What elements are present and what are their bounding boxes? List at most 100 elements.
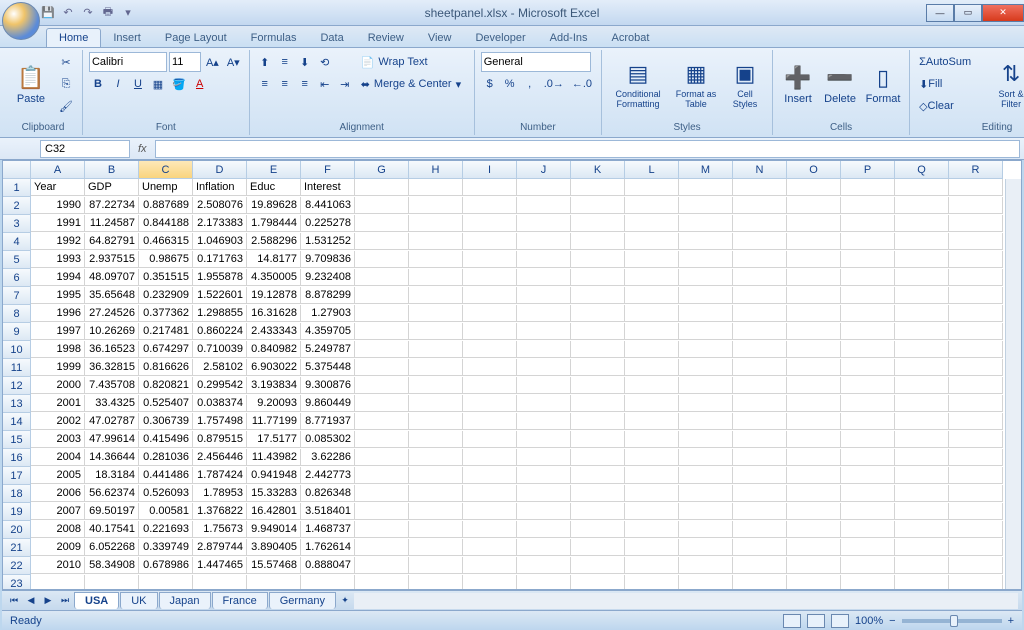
cell-I5[interactable] [463, 251, 517, 268]
cell-D7[interactable]: 1.522601 [193, 287, 247, 304]
cell-I13[interactable] [463, 395, 517, 412]
cell-J11[interactable] [517, 359, 571, 376]
sheet-tab-usa[interactable]: USA [74, 592, 119, 609]
cell-G14[interactable] [355, 413, 409, 430]
cell-L1[interactable] [625, 179, 679, 196]
zoom-slider[interactable] [902, 619, 1002, 623]
cell-R5[interactable] [949, 251, 1003, 268]
tab-nav-prev[interactable]: ◀ [23, 593, 39, 609]
cell-D22[interactable]: 1.447465 [193, 557, 247, 574]
cell-L3[interactable] [625, 215, 679, 232]
cell-N19[interactable] [733, 503, 787, 520]
cell-M10[interactable] [679, 341, 733, 358]
cell-I1[interactable] [463, 179, 517, 196]
cell-K22[interactable] [571, 557, 625, 574]
column-header-L[interactable]: L [625, 161, 679, 179]
cell-C6[interactable]: 0.351515 [139, 269, 193, 286]
shrink-font-button[interactable]: A▾ [224, 52, 243, 72]
cell-K21[interactable] [571, 539, 625, 556]
cell-P16[interactable] [841, 449, 895, 466]
cell-G20[interactable] [355, 521, 409, 538]
fill-color-button[interactable]: 🪣 [169, 74, 189, 94]
autosum-button[interactable]: Σ AutoSum [916, 52, 986, 72]
cell-B3[interactable]: 11.24587 [85, 215, 139, 232]
cell-O22[interactable] [787, 557, 841, 574]
cell-J12[interactable] [517, 377, 571, 394]
cell-E9[interactable]: 2.433343 [247, 323, 301, 340]
cell-Q10[interactable] [895, 341, 949, 358]
cell-O14[interactable] [787, 413, 841, 430]
cell-H20[interactable] [409, 521, 463, 538]
cell-P15[interactable] [841, 431, 895, 448]
cell-A20[interactable]: 2008 [31, 521, 85, 538]
cell-R7[interactable] [949, 287, 1003, 304]
cell-M18[interactable] [679, 485, 733, 502]
cell-J3[interactable] [517, 215, 571, 232]
cell-A13[interactable]: 2001 [31, 395, 85, 412]
align-bottom-button[interactable]: ⬇ [296, 52, 314, 72]
cell-M5[interactable] [679, 251, 733, 268]
cell-M6[interactable] [679, 269, 733, 286]
cell-I9[interactable] [463, 323, 517, 340]
cell-O1[interactable] [787, 179, 841, 196]
cell-D6[interactable]: 1.955878 [193, 269, 247, 286]
row-header-2[interactable]: 2 [3, 197, 31, 215]
cell-B7[interactable]: 35.65648 [85, 287, 139, 304]
cell-O21[interactable] [787, 539, 841, 556]
cell-E22[interactable]: 15.57468 [247, 557, 301, 574]
cell-E12[interactable]: 3.193834 [247, 377, 301, 394]
align-right-button[interactable]: ≡ [296, 74, 314, 94]
cell-D1[interactable]: Inflation [193, 179, 247, 196]
row-header-21[interactable]: 21 [3, 539, 31, 557]
sheet-tab-germany[interactable]: Germany [269, 592, 336, 609]
cell-F7[interactable]: 8.878299 [301, 287, 355, 304]
maximize-button[interactable]: ▭ [954, 4, 982, 22]
cell-L6[interactable] [625, 269, 679, 286]
font-name-select[interactable] [89, 52, 167, 72]
cell-M1[interactable] [679, 179, 733, 196]
tab-page-layout[interactable]: Page Layout [153, 29, 239, 47]
cell-G8[interactable] [355, 305, 409, 322]
cell-B11[interactable]: 36.32815 [85, 359, 139, 376]
cell-N13[interactable] [733, 395, 787, 412]
column-header-G[interactable]: G [355, 161, 409, 179]
cell-Q5[interactable] [895, 251, 949, 268]
cell-M3[interactable] [679, 215, 733, 232]
sheet-tab-uk[interactable]: UK [120, 592, 157, 609]
cell-M11[interactable] [679, 359, 733, 376]
conditional-formatting-button[interactable]: ▤Conditional Formatting [608, 52, 668, 118]
cell-K6[interactable] [571, 269, 625, 286]
cell-Q19[interactable] [895, 503, 949, 520]
cell-L11[interactable] [625, 359, 679, 376]
cell-E2[interactable]: 19.89628 [247, 197, 301, 214]
cell-I21[interactable] [463, 539, 517, 556]
cell-F4[interactable]: 1.531252 [301, 233, 355, 250]
cell-J9[interactable] [517, 323, 571, 340]
cell-B18[interactable]: 56.62374 [85, 485, 139, 502]
cell-F18[interactable]: 0.826348 [301, 485, 355, 502]
cell-H13[interactable] [409, 395, 463, 412]
cell-B21[interactable]: 6.052268 [85, 539, 139, 556]
cell-E20[interactable]: 9.949014 [247, 521, 301, 538]
column-header-Q[interactable]: Q [895, 161, 949, 179]
cell-P9[interactable] [841, 323, 895, 340]
cell-O3[interactable] [787, 215, 841, 232]
cell-O11[interactable] [787, 359, 841, 376]
cell-N15[interactable] [733, 431, 787, 448]
cell-F1[interactable]: Interest [301, 179, 355, 196]
column-header-N[interactable]: N [733, 161, 787, 179]
cell-B2[interactable]: 87.22734 [85, 197, 139, 214]
cell-D19[interactable]: 1.376822 [193, 503, 247, 520]
cell-O17[interactable] [787, 467, 841, 484]
cell-K3[interactable] [571, 215, 625, 232]
border-button[interactable]: ▦ [149, 74, 167, 94]
cell-R9[interactable] [949, 323, 1003, 340]
cell-I11[interactable] [463, 359, 517, 376]
cell-L16[interactable] [625, 449, 679, 466]
cell-H6[interactable] [409, 269, 463, 286]
cell-Q16[interactable] [895, 449, 949, 466]
cell-N22[interactable] [733, 557, 787, 574]
cell-E15[interactable]: 17.5177 [247, 431, 301, 448]
cell-C12[interactable]: 0.820821 [139, 377, 193, 394]
cell-P4[interactable] [841, 233, 895, 250]
